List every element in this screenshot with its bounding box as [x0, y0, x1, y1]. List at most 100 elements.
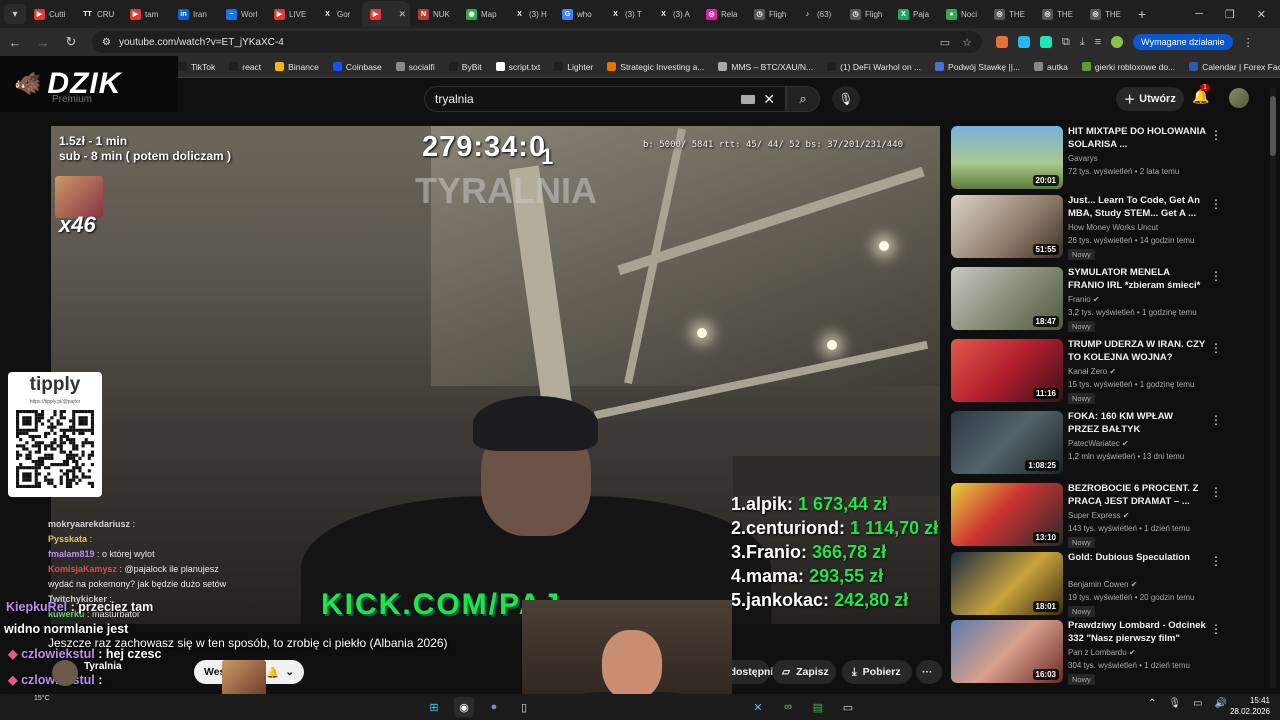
recommended-video[interactable]: 16:03 Prawdziwy Lombard - Odcinek 332 "Na… — [951, 620, 1261, 685]
channel-name[interactable]: Benjamin Cowen ✔ — [1068, 580, 1137, 589]
bookmark-item[interactable]: autka — [1034, 62, 1068, 72]
bookmark-item[interactable]: script.txt — [495, 62, 540, 72]
forward-icon[interactable]: → — [36, 35, 50, 50]
browser-tab[interactable]: ◷ Fligh — [842, 1, 890, 27]
browser-tab[interactable]: ♪ (63) — [794, 1, 842, 27]
download-icon[interactable]: ⤓ — [1080, 36, 1085, 49]
channel-name[interactable]: Super Express ✔ — [1068, 511, 1129, 520]
notes-icon[interactable]: ▤ — [808, 697, 828, 717]
browser-tab[interactable]: ● Noci — [938, 1, 986, 27]
browser-tab[interactable]: X (3) A — [650, 1, 698, 27]
bookmark-item[interactable]: TikTok — [178, 62, 215, 72]
windows-start-icon[interactable]: ⊞ — [424, 697, 444, 717]
extension-icon[interactable] — [996, 36, 1008, 48]
more-options-icon[interactable]: ⋮ — [1210, 554, 1222, 568]
more-actions-button[interactable]: ··· — [916, 660, 942, 684]
site-info-icon[interactable]: ⚙ — [102, 37, 111, 48]
bookmark-item[interactable]: ByBit — [448, 62, 482, 72]
bookmark-item[interactable]: Strategic Investing a... — [607, 62, 704, 72]
search-input[interactable]: tryalnia ✕ — [424, 86, 786, 112]
browser-tab[interactable]: ◷ Fligh — [746, 1, 794, 27]
search-button[interactable]: ⌕ — [786, 86, 820, 112]
bookmark-item[interactable]: Lighter — [554, 62, 593, 72]
browser-tab[interactable]: ▶ Cutti — [26, 1, 74, 27]
video-thumbnail[interactable]: 18:01 — [951, 552, 1063, 615]
more-options-icon[interactable]: ⋮ — [1210, 622, 1222, 636]
browser-tab[interactable]: X Paja — [890, 1, 938, 27]
browser-tab[interactable]: ◉ Map — [458, 1, 506, 27]
keyboard-icon[interactable] — [741, 94, 756, 104]
weather-widget[interactable]: 15°C — [34, 695, 50, 702]
video-thumbnail[interactable]: 11:16 — [951, 339, 1063, 402]
notifications-button[interactable]: 🔔 1 — [1192, 84, 1210, 105]
more-options-icon[interactable]: ⋮ — [1210, 128, 1222, 142]
more-options-icon[interactable]: ⋮ — [1210, 413, 1222, 427]
browser-tab[interactable]: in Iran — [170, 1, 218, 27]
recommended-video[interactable]: 18:47 SYMULATOR MENELA FRANIO IRL *zbiera… — [951, 267, 1261, 332]
close-window-icon[interactable]: ✕ — [1257, 8, 1266, 21]
recommended-video[interactable]: 51:55 Just... Learn To Code, Get An MBA, … — [951, 195, 1261, 260]
browser-tab[interactable]: ▶ LIVE — [266, 1, 314, 27]
bookmark-item[interactable]: (1) DeFi Warhol on ... — [827, 62, 921, 72]
address-bar[interactable]: ⚙ youtube.com/watch?v=ET_jYKaXC-4 ▭ ☆ — [92, 31, 982, 53]
bookmark-star-icon[interactable]: ☆ — [962, 36, 972, 49]
app-infinity-icon[interactable]: ∞ — [778, 697, 798, 717]
browser-tab[interactable]: X Gor — [314, 1, 362, 27]
more-options-icon[interactable]: ⋮ — [1210, 341, 1222, 355]
browser-tab[interactable]: N NUK — [410, 1, 458, 27]
more-options-icon[interactable]: ⋮ — [1210, 197, 1222, 211]
browser-tab[interactable]: Gwho — [554, 1, 602, 27]
browser-tab[interactable]: ▶ tam — [122, 1, 170, 27]
discord-icon[interactable]: ● — [484, 697, 504, 717]
video-thumbnail[interactable]: 20:01 — [951, 126, 1063, 189]
tab-close-icon[interactable]: ✕ — [398, 9, 406, 20]
create-button[interactable]: ＋ Utwórz — [1116, 87, 1184, 111]
channel-name[interactable]: Tyralnia — [84, 661, 122, 672]
save-button[interactable]: ▱ Zapisz — [772, 660, 836, 684]
profile-avatar[interactable] — [1111, 36, 1124, 48]
channel-name[interactable]: Pan z Lombardu ✔ — [1068, 648, 1136, 657]
browser-tab[interactable]: ~ Worl — [218, 1, 266, 27]
bookmark-item[interactable]: Binance — [275, 62, 319, 72]
maximize-icon[interactable]: ❐ — [1225, 8, 1235, 21]
video-thumbnail[interactable]: 51:55 — [951, 195, 1063, 258]
video-title[interactable]: TRUMP UDERZA W IRAN. CZY TO KOLEJNA WOJN… — [1068, 339, 1206, 364]
chrome-icon[interactable]: ◉ — [454, 697, 474, 717]
recommended-video[interactable]: 1:08:25 FOKA: 160 KM WPŁAW PRZEZ BAŁTYK Pa… — [951, 411, 1261, 475]
video-thumbnail[interactable]: 16:03 — [951, 620, 1063, 683]
voice-search-button[interactable]: 🎙 — [832, 86, 860, 112]
browser-tab[interactable]: ▶ ✕ — [362, 1, 410, 27]
browser-tab[interactable]: ◎ THE — [1082, 1, 1130, 27]
video-thumbnail[interactable]: 13:10 — [951, 483, 1063, 546]
bookmark-item[interactable]: MMS – BTC/XAU/N... — [718, 62, 813, 72]
recommended-video[interactable]: 20:01 HIT MIXTAPE DO HOLOWANIA SOLARISA .… — [951, 126, 1261, 190]
clear-search-icon[interactable]: ✕ — [763, 91, 775, 108]
video-title[interactable]: BEZROBOCIE 6 PROCENT. Z PRACĄ JEST DRAMA… — [1068, 483, 1206, 508]
bookmark-item[interactable]: Coinbase — [332, 62, 382, 72]
network-icon[interactable]: ▭ — [1193, 698, 1202, 709]
file-icon[interactable]: ▯ — [514, 697, 534, 717]
channel-name[interactable]: Kanał Zero ✔ — [1068, 367, 1116, 376]
more-options-icon[interactable]: ⋮ — [1210, 269, 1222, 283]
video-title[interactable]: FOKA: 160 KM WPŁAW PRZEZ BAŁTYK — [1068, 411, 1206, 436]
bookmark-item[interactable]: react — [229, 62, 261, 72]
extensions-puzzle-icon[interactable]: ⧉ — [1062, 36, 1070, 49]
browser-tab[interactable]: ◎ THE — [1034, 1, 1082, 27]
menu-dots-icon[interactable]: ⋮ — [1243, 36, 1254, 49]
more-options-icon[interactable]: ⋮ — [1210, 485, 1222, 499]
browser-tab[interactable]: TT CRU — [74, 1, 122, 27]
channel-avatar[interactable] — [52, 660, 78, 686]
video-thumbnail[interactable]: 18:47 — [951, 267, 1063, 330]
cast-icon[interactable]: ▭ — [940, 36, 950, 49]
video-title[interactable]: Just... Learn To Code, Get An MBA, Study… — [1068, 195, 1206, 220]
account-avatar[interactable] — [1229, 88, 1249, 108]
video-title[interactable]: Prawdziwy Lombard - Odcinek 332 "Nasz pi… — [1068, 620, 1206, 645]
bookmark-item[interactable]: Calendar | Forex Fac... — [1189, 62, 1280, 72]
extension-icon[interactable] — [1040, 36, 1052, 48]
channel-name[interactable]: How Money Works Uncut — [1068, 223, 1158, 232]
tab-search-button[interactable]: ▾ — [4, 4, 26, 24]
page-scrollbar[interactable] — [1270, 88, 1276, 688]
channel-name[interactable]: Gavarys — [1068, 154, 1098, 163]
download-button[interactable]: ⤓ Pobierz — [842, 660, 912, 684]
back-icon[interactable]: ← — [8, 35, 22, 50]
